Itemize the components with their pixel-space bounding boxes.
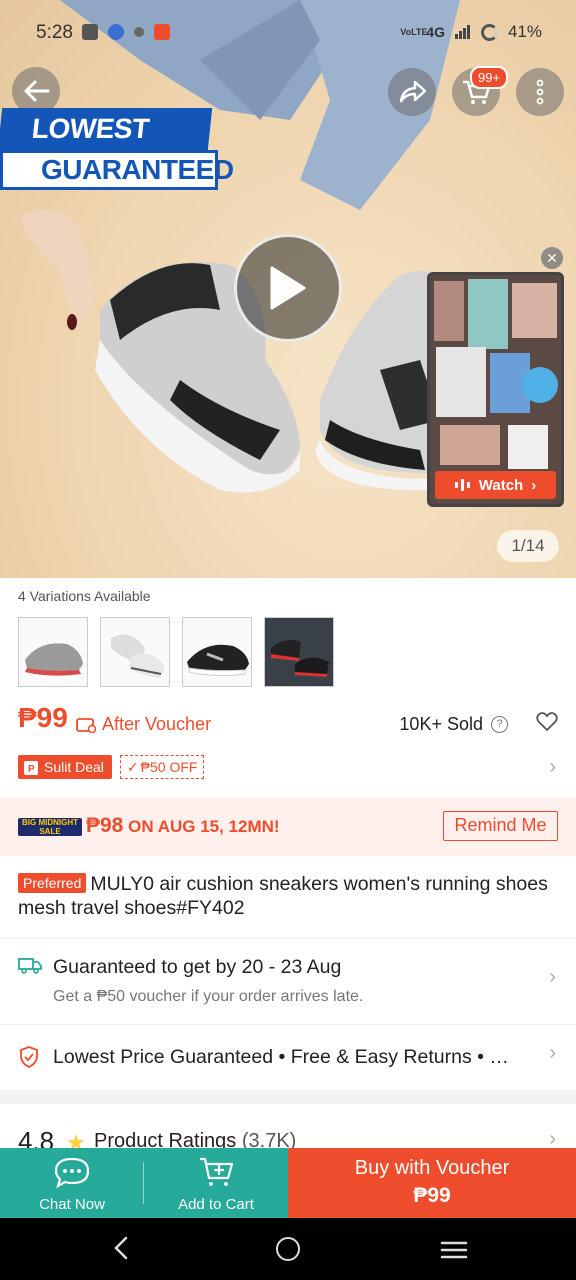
ratings-count: (3.7K) [241,1130,297,1148]
big-midnight-sale-badge: BIG MIDNIGHT SALE [18,818,82,836]
app-icon [108,24,124,40]
gear-icon [134,27,144,37]
battery-level: 41% [507,22,542,41]
live-bars-icon [454,479,470,491]
sulit-deal-label: Sulit Deal [44,759,104,775]
chevron-right-icon: › [549,966,556,988]
sold-label: 10K+ Sold [399,714,483,734]
banner-line2: GUARANTEED [0,150,234,190]
price: ₱99 [18,702,68,733]
cart-count-badge: 99+ [470,66,509,89]
arrow-left-icon [24,80,50,102]
variation-thumb-2[interactable] [100,617,170,687]
svg-text:P: P [28,764,35,775]
heart-icon[interactable] [536,712,558,732]
bottom-action-bar: Chat Now Add to Cart Buy with Voucher ₱9… [0,1148,576,1218]
shield-icon [20,1046,38,1068]
nav-recent-apps-icon[interactable] [440,1240,468,1260]
ratings-title: Product Ratings [94,1130,237,1148]
midnight-price: ₱98 [86,814,124,837]
voucher-tag: ✓ ₱50 OFF [119,755,205,779]
shipping-title: Guaranteed to get by 20 - 23 Aug [53,956,342,978]
midnight-sale-banner: BIG MIDNIGHT SALE ₱98 ON AUG 15, 12MN! R… [0,798,576,856]
ratings-row[interactable]: 4.8 ★ Product Ratings (3.7K) › [0,1106,576,1148]
close-mini-video-button[interactable]: ✕ [541,247,563,269]
nav-home-icon[interactable] [276,1237,300,1261]
product-hero-image[interactable]: 5:28 VoLTE 4G 41% 99+ LOWEST PRICE GUARA… [0,0,576,578]
shopping-bag-icon [82,24,98,40]
nav-back-icon[interactable] [108,1234,136,1262]
variations-label: 4 Variations Available [18,588,151,604]
midnight-sale-text: ₱98 ON AUG 15, 12MN! [86,814,280,838]
variation-thumb-3[interactable] [182,617,252,687]
product-title: MULY0 air cushion sneakers women's runni… [18,873,548,919]
ratings-label: Product Ratings (3.7K) [94,1130,296,1148]
share-icon [399,80,427,103]
sold-count: 10K+ Sold ? [399,714,508,735]
sulit-deal-badge: P Sulit Deal [18,755,112,779]
guarantees-text: Lowest Price Guaranteed • Free & Easy Re… [53,1046,509,1068]
shipping-guarantee-row[interactable]: Guaranteed to get by 20 - 23 Aug Get a ₱… [0,940,576,1024]
divider [0,938,576,939]
after-voucher: After Voucher [76,714,211,735]
product-title-block: Preferred MULY0 air cushion sneakers wome… [18,872,558,920]
preferred-badge: Preferred [18,873,87,893]
voucher-icon [76,717,96,733]
add-to-cart-label: Add to Cart [178,1196,254,1213]
chevron-right-icon: › [549,1128,556,1148]
live-video-thumbnail [430,275,561,504]
divider [0,1024,576,1025]
network-type: 4G [426,24,445,40]
price-row: ₱99 After Voucher 10K+ Sold ? [18,702,558,742]
help-icon[interactable]: ? [491,716,508,733]
status-right: VoLTE 4G 41% [400,22,542,42]
variation-thumb-1[interactable] [18,617,88,687]
variation-thumbnails [18,617,334,687]
watch-label: Watch [478,476,524,494]
add-to-cart-button[interactable]: Add to Cart [144,1148,288,1218]
play-video-button[interactable] [234,234,342,342]
status-time: 5:28 [36,22,73,43]
signal-icon [454,25,470,39]
chat-now-label: Chat Now [39,1196,105,1213]
shipping-subtitle: Get a ₱50 voucher if your order arrives … [53,988,364,1005]
shopee-icon [154,24,170,40]
buy-label: Buy with Voucher [354,1157,510,1179]
after-voucher-label: After Voucher [102,714,212,734]
play-icon [270,266,306,310]
midnight-date: ON AUG 15, 12MN! [128,817,280,836]
chat-icon [54,1157,90,1188]
lowest-price-guaranteed-banner: LOWEST PRICE GUARANTEED [0,108,234,190]
floating-live-video[interactable]: Watch › [427,272,564,507]
volte-icon: VoLTE [400,26,428,37]
chevron-right-icon: › [549,1042,556,1064]
deal-row[interactable]: P Sulit Deal ✓ ₱50 OFF › [18,754,558,780]
variation-thumb-4[interactable] [264,617,334,687]
sulit-icon: P [24,761,38,775]
add-to-cart-icon [200,1157,234,1186]
buy-price: ₱99 [413,1184,451,1207]
remind-me-button[interactable]: Remind Me [443,811,558,841]
battery-icon [480,23,498,41]
chevron-right-icon: › [549,755,556,778]
check-icon: ✓ [126,758,139,775]
status-bar: 5:28 VoLTE 4G 41% [0,0,576,66]
share-button[interactable] [388,68,436,116]
voucher-tag-label: ₱50 OFF [140,759,198,775]
chevron-right-icon: › [531,476,537,494]
section-separator [0,1090,576,1104]
chat-now-button[interactable]: Chat Now [0,1148,144,1218]
star-icon: ★ [66,1130,86,1148]
watch-button[interactable]: Watch › [435,471,556,499]
android-nav-bar [0,1218,576,1280]
buy-with-voucher-button[interactable]: Buy with Voucher ₱99 [288,1148,576,1218]
image-counter: 1/14 [497,530,559,562]
banner-line1: LOWEST PRICE [0,108,213,186]
truck-icon [18,958,42,974]
notification-icons [82,24,170,40]
guarantees-row[interactable]: Lowest Price Guaranteed • Free & Easy Re… [0,1026,576,1088]
kebab-menu-icon [536,79,544,105]
rating-score: 4.8 [18,1126,55,1148]
more-options-button[interactable] [516,68,564,116]
